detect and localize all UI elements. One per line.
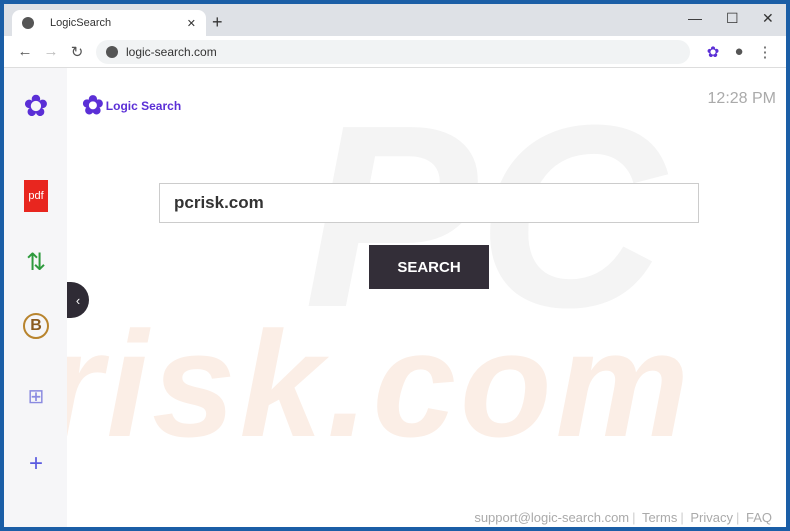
menu-icon[interactable]: ⋮	[752, 43, 778, 61]
bitcoin-icon[interactable]: B	[23, 313, 49, 339]
tab-title: LogicSearch	[50, 17, 112, 29]
new-tab-button[interactable]: +	[212, 12, 223, 33]
faq-link[interactable]: FAQ	[746, 510, 772, 525]
minimize-button[interactable]: —	[688, 10, 702, 26]
search-input[interactable]: pcrisk.com	[159, 183, 699, 223]
brand-name: Logic Search	[105, 98, 182, 113]
globe-icon	[22, 17, 34, 29]
logo-icon: ✿	[82, 90, 104, 120]
toolbar: ← → ↻ logic-search.com ✿ ● ⋮	[4, 36, 786, 68]
pdf-label: pdf	[28, 190, 44, 202]
extension-icon[interactable]: ✿	[700, 43, 726, 61]
footer: support@logic-search.com | Terms | Privacy…	[474, 510, 772, 525]
search-button[interactable]: SEARCH	[369, 245, 489, 289]
browser-window: LogicSearch ✕ + — ☐ ✕ ← → ↻ logic-search…	[4, 4, 786, 527]
terms-link[interactable]: Terms	[642, 510, 677, 525]
close-window-button[interactable]: ✕	[762, 10, 774, 27]
calculator-icon[interactable]: ⊞	[20, 380, 52, 412]
globe-icon	[106, 45, 118, 58]
address-bar[interactable]: logic-search.com	[96, 39, 690, 64]
sidebar: ✿ pdf ⇅ B ⊞ +	[4, 68, 67, 527]
forward-button[interactable]: →	[38, 43, 64, 60]
tab-logicsearch[interactable]: LogicSearch ✕	[12, 10, 206, 36]
convert-arrows-icon[interactable]: ⇅	[20, 246, 52, 278]
url-text: logic-search.com	[126, 44, 217, 59]
watermark: risk.com	[44, 300, 693, 468]
privacy-link[interactable]: Privacy	[690, 510, 733, 525]
add-label: +	[28, 450, 43, 477]
logic-search-logo-icon[interactable]: ✿	[20, 90, 52, 123]
bitcoin-label: B	[30, 317, 42, 334]
reload-button[interactable]: ↻	[64, 43, 90, 61]
tab-bar: LogicSearch ✕ + — ☐ ✕	[4, 4, 786, 36]
close-tab-icon[interactable]: ✕	[187, 17, 196, 30]
clock: 12:28 PM	[707, 90, 776, 107]
add-icon[interactable]: +	[20, 448, 52, 480]
support-email-link[interactable]: support@logic-search.com	[474, 510, 629, 525]
back-button[interactable]: ←	[12, 43, 38, 60]
pdf-icon[interactable]: pdf	[24, 180, 48, 212]
profile-icon[interactable]: ●	[726, 43, 752, 60]
brand-logo: ✿ Logic Search	[82, 90, 181, 121]
page-content: PC risk.com ✿ pdf ⇅ B ⊞ + ‹ ✿Logic Searc…	[4, 68, 786, 527]
maximize-button[interactable]: ☐	[726, 10, 739, 27]
